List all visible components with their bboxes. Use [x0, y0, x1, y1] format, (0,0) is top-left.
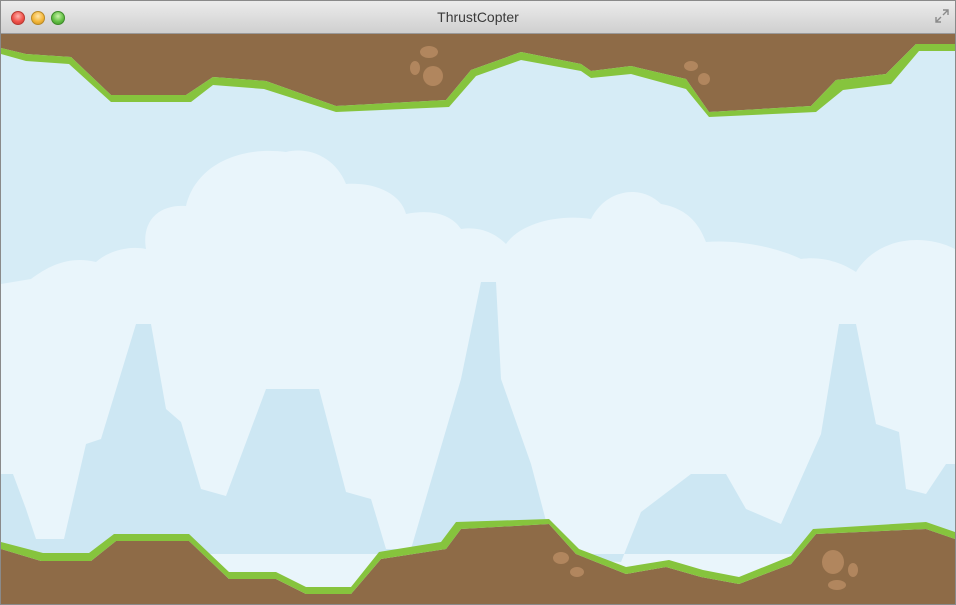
title-bar[interactable]: ThrustCopter	[1, 1, 955, 34]
rock	[698, 73, 710, 85]
rock	[822, 550, 844, 574]
rock	[848, 563, 858, 577]
window-title: ThrustCopter	[437, 9, 519, 25]
rock	[410, 61, 420, 75]
app-window: ThrustCopter	[0, 0, 956, 605]
fullscreen-icon[interactable]	[935, 9, 949, 23]
rock	[684, 61, 698, 71]
rock	[828, 580, 846, 590]
rock	[570, 567, 584, 577]
game-scene[interactable]	[1, 34, 955, 605]
rock	[420, 46, 438, 58]
rock	[423, 66, 443, 86]
rock	[553, 552, 569, 564]
